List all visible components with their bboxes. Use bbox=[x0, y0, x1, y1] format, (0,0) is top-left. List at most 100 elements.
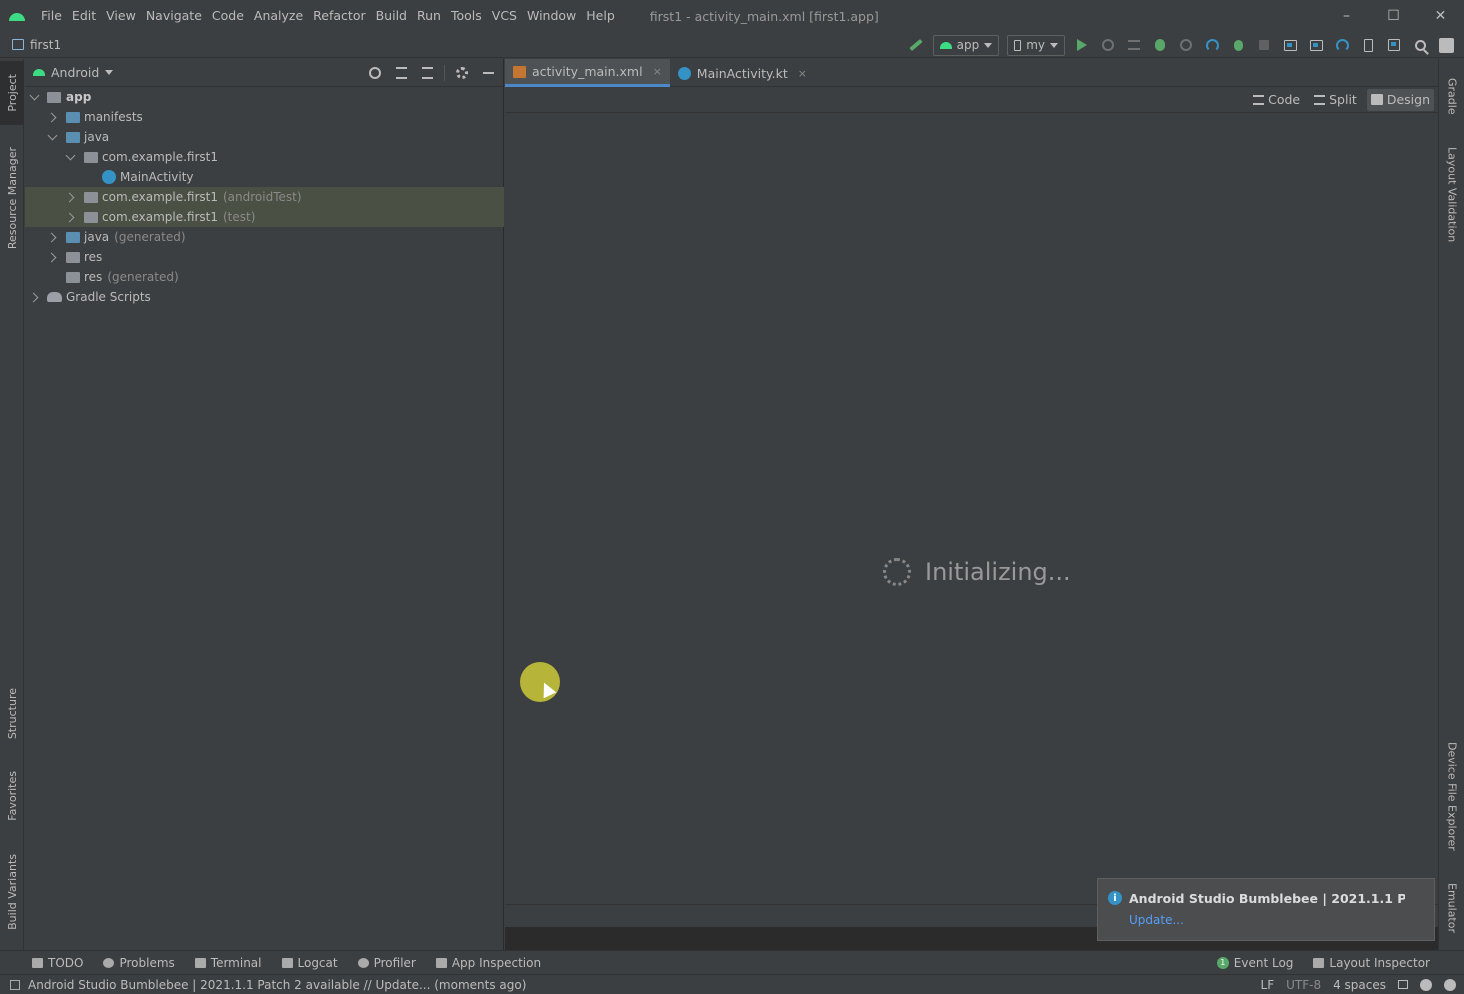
project-structure-button[interactable] bbox=[1278, 34, 1302, 56]
tab-mainactivity-kt[interactable]: MainActivity.kt × bbox=[670, 59, 815, 87]
design-mode-button[interactable]: Design bbox=[1366, 88, 1434, 111]
tool-tab-build-variants[interactable]: Build Variants bbox=[0, 845, 24, 939]
menu-help[interactable]: Help bbox=[581, 0, 620, 32]
tool-problems[interactable]: Problems bbox=[93, 956, 184, 970]
menu-file[interactable]: File bbox=[36, 0, 67, 32]
search-everywhere-button[interactable] bbox=[1408, 34, 1432, 56]
logcat-icon bbox=[281, 957, 293, 968]
toggle-tool-windows-icon[interactable] bbox=[10, 979, 20, 990]
coverage-icon bbox=[1180, 39, 1192, 51]
coverage-button[interactable] bbox=[1174, 34, 1198, 56]
tool-todo[interactable]: TODO bbox=[0, 956, 93, 970]
indent-widget[interactable]: 4 spaces bbox=[1333, 978, 1386, 992]
tree-item-java-generated[interactable]: java (generated) bbox=[25, 227, 504, 247]
tool-tab-device-file-explorer[interactable]: Device File Explorer bbox=[1439, 735, 1464, 857]
profile-button[interactable] bbox=[1200, 34, 1224, 56]
close-tab-icon[interactable]: × bbox=[798, 67, 807, 80]
tool-tab-project[interactable]: Project bbox=[0, 61, 24, 125]
tree-item-mainactivity[interactable]: MainActivity bbox=[25, 167, 504, 187]
tree-item-res[interactable]: res bbox=[25, 247, 504, 267]
tree-item-package-test[interactable]: com.example.first1 (test) bbox=[25, 207, 504, 227]
feedback-smile-icon[interactable] bbox=[1420, 978, 1432, 991]
collapsed-arrow-icon bbox=[47, 112, 57, 122]
menu-tools[interactable]: Tools bbox=[446, 0, 487, 32]
code-mode-button[interactable]: Code bbox=[1249, 89, 1304, 111]
menu-navigate[interactable]: Navigate bbox=[141, 0, 207, 32]
tool-tab-device-file-explorer-label: Device File Explorer bbox=[1445, 741, 1459, 851]
close-tab-icon[interactable]: × bbox=[653, 65, 662, 78]
apply-code-changes-button[interactable] bbox=[1122, 34, 1146, 56]
run-config-selector[interactable]: app bbox=[932, 34, 1000, 56]
app-inspection-icon bbox=[435, 957, 447, 968]
hide-panel-button[interactable] bbox=[479, 64, 497, 82]
tool-terminal[interactable]: Terminal bbox=[185, 956, 272, 970]
split-mode-label: Split bbox=[1329, 92, 1357, 107]
tree-item-package-androidtest[interactable]: com.example.first1 (androidTest) bbox=[25, 187, 504, 207]
tree-item-gradle-scripts[interactable]: Gradle Scripts bbox=[25, 287, 504, 307]
memory-indicator-icon[interactable] bbox=[1444, 978, 1456, 991]
maximize-button[interactable]: ☐ bbox=[1370, 0, 1417, 32]
device-selector[interactable]: my bbox=[1007, 34, 1065, 56]
menu-code[interactable]: Code bbox=[207, 0, 249, 32]
tool-event-log[interactable]: 1 Event Log bbox=[1207, 956, 1304, 970]
run-button[interactable] bbox=[1070, 34, 1094, 56]
menu-refactor[interactable]: Refactor bbox=[308, 0, 370, 32]
tree-item-suffix: (androidTest) bbox=[223, 190, 302, 204]
menu-window[interactable]: Window bbox=[522, 0, 581, 32]
avd-manager-button[interactable] bbox=[1356, 34, 1380, 56]
sync-gradle-button[interactable] bbox=[1304, 34, 1328, 56]
panel-settings-button[interactable] bbox=[453, 64, 471, 82]
design-canvas[interactable]: Initializing... bbox=[505, 113, 1438, 927]
tree-item-manifests[interactable]: manifests bbox=[25, 107, 504, 127]
apply-changes-button[interactable] bbox=[1096, 34, 1120, 56]
tab-activity-main-xml[interactable]: activity_main.xml × bbox=[505, 59, 670, 87]
tree-item-app[interactable]: app bbox=[25, 87, 504, 107]
tool-tab-structure[interactable]: Structure bbox=[0, 679, 24, 749]
menu-run[interactable]: Run bbox=[412, 0, 446, 32]
menu-edit[interactable]: Edit bbox=[67, 0, 101, 32]
sdk-manager-button[interactable] bbox=[1382, 34, 1406, 56]
status-message[interactable]: Android Studio Bumblebee | 2021.1.1 Patc… bbox=[28, 978, 526, 992]
breadcrumb-project[interactable]: first1 bbox=[30, 38, 61, 52]
close-window-button[interactable]: ✕ bbox=[1417, 0, 1464, 32]
update-link[interactable]: Update... bbox=[1129, 913, 1184, 927]
attach-debugger-button[interactable] bbox=[1226, 34, 1250, 56]
encoding-widget[interactable]: UTF-8 bbox=[1286, 978, 1321, 992]
kotlin-file-icon bbox=[677, 66, 691, 80]
generated-folder-icon bbox=[66, 231, 80, 243]
lock-icon[interactable] bbox=[1398, 980, 1408, 989]
tool-app-inspection[interactable]: App Inspection bbox=[426, 956, 551, 970]
menu-view[interactable]: View bbox=[101, 0, 141, 32]
title-bar: File Edit View Navigate Code Analyze Ref… bbox=[0, 0, 1464, 32]
menu-build[interactable]: Build bbox=[371, 0, 412, 32]
account-button[interactable] bbox=[1434, 34, 1458, 56]
debug-button[interactable] bbox=[1148, 34, 1172, 56]
tree-item-res-generated[interactable]: res (generated) bbox=[25, 267, 504, 287]
tool-layout-inspector[interactable]: Layout Inspector bbox=[1303, 956, 1440, 970]
gradle-sync-button[interactable] bbox=[1330, 34, 1354, 56]
line-separator-widget[interactable]: LF bbox=[1261, 978, 1275, 992]
tool-logcat[interactable]: Logcat bbox=[272, 956, 348, 970]
menu-vcs[interactable]: VCS bbox=[487, 0, 522, 32]
tool-tab-resource-manager[interactable]: Resource Manager bbox=[0, 139, 24, 257]
bottom-tool-bar: TODO Problems Terminal Logcat Profiler A… bbox=[0, 950, 1464, 974]
tree-item-java[interactable]: java bbox=[25, 127, 504, 147]
collapse-all-button[interactable] bbox=[418, 64, 436, 82]
tool-tab-layout-validation[interactable]: Layout Validation bbox=[1439, 139, 1464, 251]
menu-analyze[interactable]: Analyze bbox=[249, 0, 308, 32]
tool-tab-favorites[interactable]: Favorites bbox=[0, 761, 24, 831]
stop-button[interactable] bbox=[1252, 34, 1276, 56]
split-mode-button[interactable]: Split bbox=[1310, 89, 1361, 111]
expand-all-button[interactable] bbox=[392, 64, 410, 82]
make-project-button[interactable] bbox=[904, 34, 928, 56]
tool-tab-gradle[interactable]: Gradle bbox=[1439, 67, 1464, 125]
tool-tab-emulator[interactable]: Emulator bbox=[1439, 875, 1464, 941]
select-opened-file-button[interactable] bbox=[366, 64, 384, 82]
split-view-icon bbox=[1314, 94, 1326, 105]
minimize-button[interactable]: – bbox=[1323, 0, 1370, 32]
tree-item-package-main[interactable]: com.example.first1 bbox=[25, 147, 504, 167]
collapsed-arrow-icon bbox=[65, 212, 75, 222]
tool-profiler[interactable]: Profiler bbox=[348, 956, 426, 970]
update-notification-balloon[interactable]: i Android Studio Bumblebee | 2021.1.1 Pa… bbox=[1097, 878, 1435, 941]
project-view-selector[interactable]: Android bbox=[33, 65, 114, 80]
